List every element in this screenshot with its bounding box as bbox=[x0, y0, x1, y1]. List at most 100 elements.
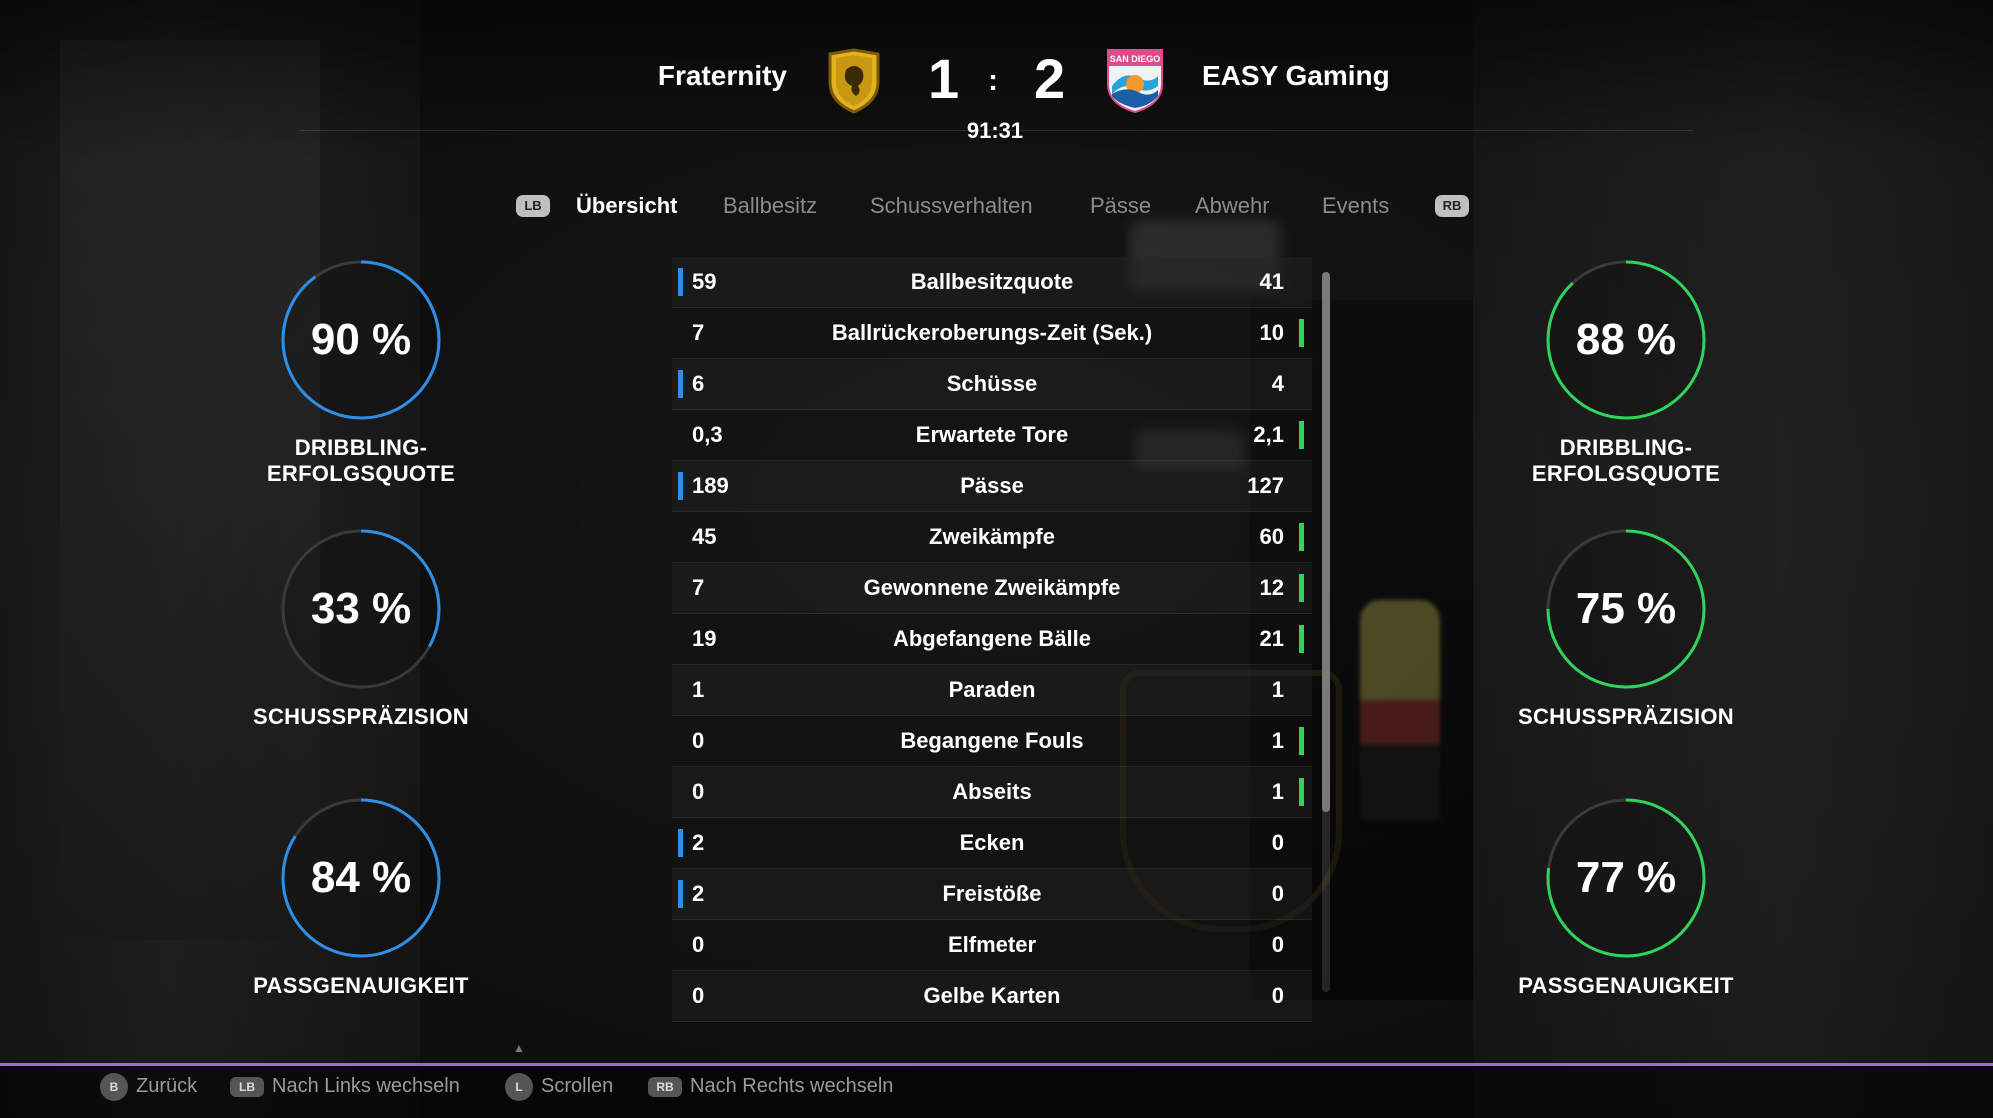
away-value: 0 bbox=[1271, 932, 1284, 957]
away-value: 2,1 bbox=[1253, 422, 1284, 447]
stat-name: Abseits bbox=[952, 779, 1032, 804]
away-value: 4 bbox=[1271, 371, 1284, 396]
away-ring: 77 % bbox=[1545, 797, 1707, 959]
away-crest-text: SAN DIEGO bbox=[1110, 54, 1161, 64]
stats-row: Abseits 0 1 bbox=[672, 767, 1312, 818]
back-hint[interactable]: B Zurück bbox=[100, 1066, 197, 1106]
stats-row: Ballbesitzquote 59 41 bbox=[672, 257, 1312, 308]
away-stat-dribbling: 88 % DRIBBLING-ERFOLGSQUOTE bbox=[1506, 259, 1746, 487]
stat-name: Freistöße bbox=[942, 881, 1042, 906]
away-stat-label: PASSGENAUIGKEIT bbox=[1518, 973, 1734, 998]
away-value: 127 bbox=[1247, 473, 1284, 498]
tab-abwehr[interactable]: Abwehr bbox=[1195, 190, 1270, 222]
home-value: 2 bbox=[692, 881, 705, 906]
home-stat-value: 90 % bbox=[310, 315, 412, 364]
match-clock: 91:31 bbox=[966, 118, 1024, 143]
stat-name: Gewonnene Zweikämpfe bbox=[863, 575, 1121, 600]
away-team-name: EASY Gaming bbox=[1202, 60, 1390, 91]
away-value: 12 bbox=[1259, 575, 1284, 600]
stat-name: Gelbe Karten bbox=[923, 983, 1061, 1008]
away-stat-schusspraezision: 75 % SCHUSSPRÄZISION bbox=[1506, 528, 1746, 730]
home-stat-passgenauigkeit: 84 % PASSGENAUIGKEIT bbox=[241, 797, 481, 999]
away-crest-icon: SAN DIEGO bbox=[1104, 46, 1166, 114]
away-value: 1 bbox=[1271, 779, 1284, 804]
home-value: 6 bbox=[692, 371, 705, 396]
stats-row: Gewonnene Zweikämpfe 7 12 bbox=[672, 563, 1312, 614]
tab-uebersicht[interactable]: Übersicht bbox=[576, 190, 677, 222]
lb-button-icon[interactable]: LB bbox=[516, 195, 550, 217]
home-value: 45 bbox=[692, 524, 717, 549]
stats-row: Pässe 189 127 bbox=[672, 461, 1312, 512]
stats-table: Ballbesitzquote 59 41 Ballrückeroberungs-Ze… bbox=[672, 257, 1312, 1022]
home-stat-value: 84 % bbox=[310, 853, 412, 902]
lb-button-icon: LB bbox=[230, 1076, 264, 1097]
away-value: 1 bbox=[1271, 728, 1284, 753]
away-value: 41 bbox=[1259, 269, 1284, 294]
stat-name: Begangene Fouls bbox=[900, 728, 1084, 753]
tab-events[interactable]: Events bbox=[1322, 190, 1389, 222]
left-switch-hint[interactable]: LB Nach Links wechseln bbox=[230, 1066, 460, 1106]
away-stat-passgenauigkeit: 77 % PASSGENAUIGKEIT bbox=[1506, 797, 1746, 999]
home-ring: 84 % bbox=[280, 797, 442, 959]
away-value: 0 bbox=[1271, 830, 1284, 855]
home-value: 0 bbox=[692, 728, 705, 753]
away-value: 10 bbox=[1259, 320, 1284, 345]
away-value: 1 bbox=[1271, 677, 1284, 702]
tab-schussverhalten[interactable]: Schussverhalten bbox=[870, 190, 1033, 222]
rb-button-icon[interactable]: RB bbox=[1435, 195, 1469, 217]
home-ring: 90 % bbox=[280, 259, 442, 421]
home-stat-label: DRIBBLING-ERFOLGSQUOTE bbox=[266, 435, 456, 486]
stat-name: Zweikämpfe bbox=[929, 524, 1055, 549]
tab-paesse[interactable]: Pässe bbox=[1090, 190, 1151, 222]
stats-row: Schüsse 6 4 bbox=[672, 359, 1312, 410]
back-label: Zurück bbox=[136, 1075, 198, 1097]
score-separator: : bbox=[988, 64, 998, 97]
home-ring: 33 % bbox=[280, 528, 442, 690]
stats-row: Gelbe Karten 0 0 bbox=[672, 971, 1312, 1022]
stats-row: Begangene Fouls 0 1 bbox=[672, 716, 1312, 767]
away-value: 0 bbox=[1271, 983, 1284, 1008]
stats-row: Zweikämpfe 45 60 bbox=[672, 512, 1312, 563]
home-value: 0,3 bbox=[692, 422, 723, 447]
home-stat-schusspraezision: 33 % SCHUSSPRÄZISION bbox=[241, 528, 481, 730]
stats-row: Abgefangene Bälle 19 21 bbox=[672, 614, 1312, 665]
stats-tabs: LB Übersicht Ballbesitz Schussverhalten … bbox=[0, 190, 1993, 222]
stats-row: Erwartete Tore 0,3 2,1 bbox=[672, 410, 1312, 461]
right-switch-hint[interactable]: RB Nach Rechts wechseln bbox=[648, 1066, 893, 1106]
home-value: 1 bbox=[692, 677, 705, 702]
home-value: 19 bbox=[692, 626, 717, 651]
away-score: 2 bbox=[1034, 47, 1066, 110]
stat-name: Schüsse bbox=[946, 371, 1038, 396]
away-ring: 88 % bbox=[1545, 259, 1707, 421]
scroll-label: Scrollen bbox=[541, 1075, 614, 1097]
stats-row: Ecken 2 0 bbox=[672, 818, 1312, 869]
scrollbar-thumb[interactable] bbox=[1322, 272, 1330, 812]
scroll-hint[interactable]: L Scrollen bbox=[505, 1066, 613, 1106]
b-button-icon: B bbox=[100, 1072, 128, 1101]
home-value: 0 bbox=[692, 932, 705, 957]
home-score: 1 bbox=[928, 47, 960, 110]
rb-button-icon: RB bbox=[648, 1076, 682, 1097]
left-stick-icon: L bbox=[505, 1072, 533, 1101]
stats-row: Paraden 1 1 bbox=[672, 665, 1312, 716]
home-team-name: Fraternity bbox=[657, 60, 787, 91]
tab-ballbesitz[interactable]: Ballbesitz bbox=[723, 190, 817, 222]
home-value: 7 bbox=[692, 320, 705, 345]
stat-name: Ecken bbox=[959, 830, 1025, 855]
home-stat-label: PASSGENAUIGKEIT bbox=[253, 973, 469, 998]
home-value: 0 bbox=[692, 779, 705, 804]
home-value: 0 bbox=[692, 983, 705, 1008]
away-stat-label: SCHUSSPRÄZISION bbox=[1518, 704, 1734, 729]
away-value: 60 bbox=[1259, 524, 1284, 549]
stats-row: Freistöße 2 0 bbox=[672, 869, 1312, 920]
home-value: 7 bbox=[692, 575, 705, 600]
away-value: 0 bbox=[1271, 881, 1284, 906]
left-switch-label: Nach Links wechseln bbox=[272, 1075, 460, 1097]
home-stat-dribbling: 90 % DRIBBLING-ERFOLGSQUOTE bbox=[241, 259, 481, 487]
home-crest-icon bbox=[826, 48, 882, 114]
stat-name: Ballbesitzquote bbox=[910, 269, 1074, 294]
right-switch-label: Nach Rechts wechseln bbox=[690, 1075, 894, 1097]
away-stat-value: 88 % bbox=[1575, 315, 1677, 364]
stat-name: Ballrückeroberungs-Zeit (Sek.) bbox=[831, 320, 1153, 345]
stat-name: Elfmeter bbox=[947, 932, 1037, 957]
